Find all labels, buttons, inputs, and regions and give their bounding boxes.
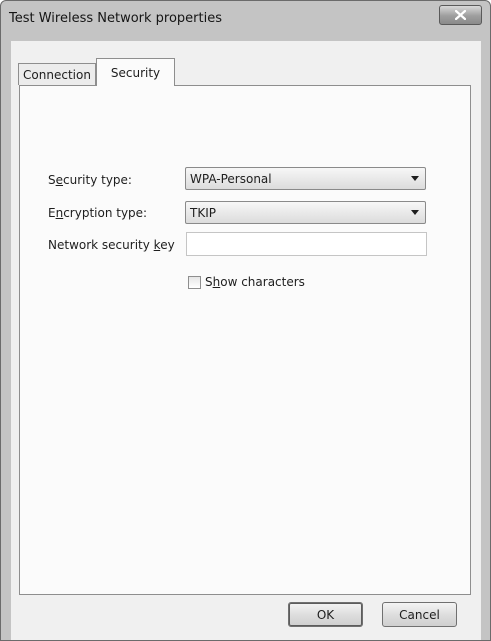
properties-window: Test Wireless Network properties Connect…: [0, 0, 491, 641]
network-security-key-label: Network security key: [48, 238, 175, 252]
chevron-down-icon: [411, 210, 419, 215]
encryption-type-dropdown[interactable]: TKIP: [185, 201, 426, 224]
chevron-down-icon: [411, 176, 419, 181]
security-type-value: WPA-Personal: [190, 171, 272, 186]
security-type-label: Security type:: [48, 173, 132, 187]
ok-button[interactable]: OK: [288, 602, 363, 627]
show-characters-label[interactable]: Show characters: [205, 275, 305, 289]
close-button[interactable]: [439, 5, 482, 25]
tab-connection[interactable]: Connection: [18, 63, 96, 85]
encryption-type-value: TKIP: [190, 205, 216, 220]
network-security-key-input[interactable]: [186, 232, 427, 256]
cancel-button[interactable]: Cancel: [382, 602, 457, 627]
close-icon: [455, 10, 466, 20]
window-title: Test Wireless Network properties: [9, 11, 223, 26]
show-characters-checkbox[interactable]: [188, 276, 201, 289]
dialog-body: Connection Security Security type: WPA-P…: [11, 41, 481, 640]
security-tab-panel: Security type: WPA-Personal Encryption t…: [19, 85, 471, 595]
tab-security[interactable]: Security: [96, 58, 175, 86]
encryption-type-label: Encryption type:: [48, 206, 148, 220]
security-type-dropdown[interactable]: WPA-Personal: [185, 167, 426, 190]
